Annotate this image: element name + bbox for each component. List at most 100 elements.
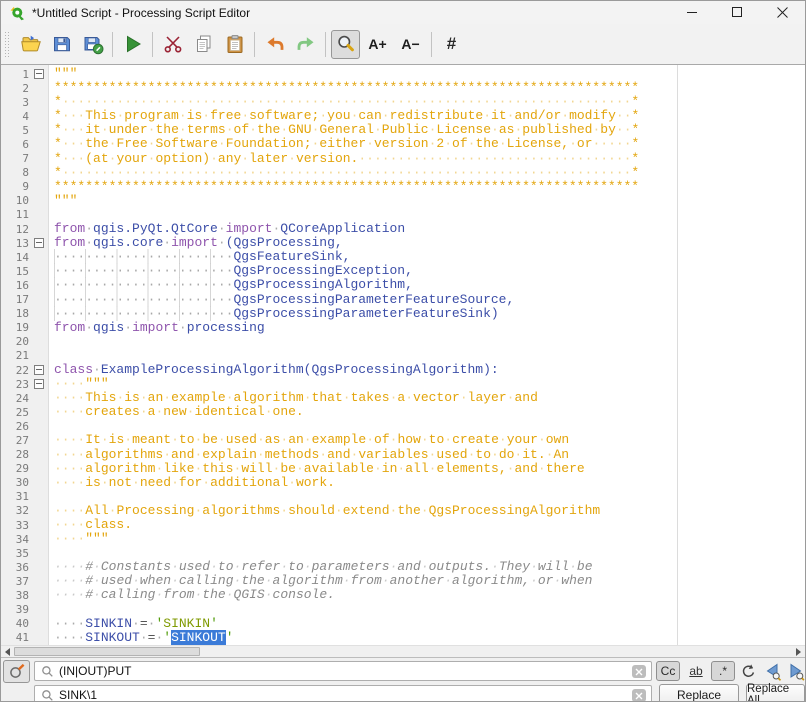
- decrease-font-button[interactable]: A−: [395, 30, 426, 59]
- undo-button[interactable]: [260, 30, 289, 59]
- gutter-line[interactable]: 3: [1, 95, 48, 109]
- whole-word-toggle[interactable]: ab: [684, 661, 708, 681]
- regex-toggle[interactable]: .*: [711, 661, 735, 681]
- open-script-button[interactable]: [16, 30, 45, 59]
- cut-button[interactable]: [158, 30, 187, 59]
- gutter-line[interactable]: 38: [1, 588, 48, 602]
- find-previous-icon[interactable]: [762, 661, 782, 681]
- gutter-line[interactable]: 32: [1, 504, 48, 518]
- gutter-line[interactable]: 28: [1, 448, 48, 462]
- search-input[interactable]: [59, 662, 627, 680]
- save-script-button[interactable]: [47, 30, 76, 59]
- replace-input[interactable]: [59, 686, 627, 702]
- gutter-line[interactable]: 18: [1, 307, 48, 321]
- find-next-icon[interactable]: [785, 661, 805, 681]
- line-number: 30: [1, 476, 34, 489]
- search-field: [34, 661, 652, 681]
- replace-field: [34, 685, 652, 702]
- gutter-line[interactable]: 8: [1, 166, 48, 180]
- gutter-line[interactable]: 33: [1, 518, 48, 532]
- line-number: 6: [1, 138, 34, 151]
- replace-button[interactable]: Replace: [659, 684, 739, 702]
- code-line: ····class.: [54, 518, 805, 532]
- save-script-as-button[interactable]: [78, 30, 107, 59]
- toolbar-grip[interactable]: [4, 31, 10, 57]
- gutter-line[interactable]: 37: [1, 574, 48, 588]
- wrap-around-icon[interactable]: [738, 661, 758, 681]
- gutter-line[interactable]: 22: [1, 363, 48, 377]
- gutter-line[interactable]: 35: [1, 546, 48, 560]
- gutter-line[interactable]: 4: [1, 109, 48, 123]
- line-number-gutter[interactable]: 1234567891011121314151617181920212223242…: [1, 65, 49, 645]
- gutter-line[interactable]: 39: [1, 603, 48, 617]
- gutter-line[interactable]: 31: [1, 490, 48, 504]
- gutter-line[interactable]: 27: [1, 433, 48, 447]
- toggle-comment-button[interactable]: #: [437, 30, 466, 59]
- clear-search-icon[interactable]: [632, 665, 646, 678]
- gutter-line[interactable]: 7: [1, 152, 48, 166]
- processing-script-editor-window: *Untitled Script - Processing Script Edi…: [0, 0, 806, 702]
- gutter-line[interactable]: 16: [1, 278, 48, 292]
- fold-marker-icon[interactable]: [34, 69, 44, 79]
- code-line: [54, 546, 805, 560]
- gutter-line[interactable]: 21: [1, 349, 48, 363]
- code-editor[interactable]: 1234567891011121314151617181920212223242…: [1, 65, 805, 657]
- gutter-line[interactable]: 12: [1, 222, 48, 236]
- code-line: [54, 208, 805, 222]
- gutter-line[interactable]: 40: [1, 617, 48, 631]
- gutter-line[interactable]: 2: [1, 81, 48, 95]
- line-number: 11: [1, 208, 34, 221]
- horizontal-scrollbar[interactable]: [1, 645, 805, 657]
- gutter-line[interactable]: 24: [1, 391, 48, 405]
- fold-marker-icon[interactable]: [34, 365, 44, 375]
- gutter-line[interactable]: 26: [1, 419, 48, 433]
- gutter-line[interactable]: 29: [1, 462, 48, 476]
- code-line: """: [54, 194, 805, 208]
- gutter-line[interactable]: 15: [1, 264, 48, 278]
- gutter-line[interactable]: 25: [1, 405, 48, 419]
- gutter-line[interactable]: 23: [1, 377, 48, 391]
- gutter-line[interactable]: 6: [1, 137, 48, 151]
- gutter-line[interactable]: 36: [1, 560, 48, 574]
- maximize-button[interactable]: [715, 1, 760, 24]
- close-button[interactable]: [760, 1, 805, 24]
- fold-marker-icon[interactable]: [34, 238, 44, 248]
- gutter-line[interactable]: 5: [1, 123, 48, 137]
- gutter-line[interactable]: 17: [1, 293, 48, 307]
- gutter-line[interactable]: 9: [1, 180, 48, 194]
- fold-marker-icon[interactable]: [34, 379, 44, 389]
- paste-button[interactable]: [220, 30, 249, 59]
- find-replace-button[interactable]: [331, 30, 360, 59]
- gutter-line[interactable]: 10: [1, 194, 48, 208]
- clear-replace-icon[interactable]: [632, 689, 646, 702]
- gutter-line[interactable]: 1: [1, 67, 48, 81]
- gutter-line[interactable]: 30: [1, 476, 48, 490]
- gutter-line[interactable]: 34: [1, 532, 48, 546]
- copy-button[interactable]: [189, 30, 218, 59]
- line-number: 18: [1, 307, 34, 320]
- replace-all-button[interactable]: Replace All: [746, 684, 805, 702]
- scrollbar-thumb[interactable]: [14, 647, 200, 656]
- increase-font-button[interactable]: A+: [362, 30, 393, 59]
- scroll-left-arrow[interactable]: [1, 646, 13, 657]
- toolbar-separator: [254, 32, 255, 57]
- gutter-line[interactable]: 41: [1, 631, 48, 645]
- titlebar[interactable]: *Untitled Script - Processing Script Edi…: [1, 1, 805, 24]
- line-number: 22: [1, 364, 34, 377]
- minimize-button[interactable]: [670, 1, 715, 24]
- redo-button[interactable]: [291, 30, 320, 59]
- find-toggle-button[interactable]: [3, 660, 30, 683]
- gutter-line[interactable]: 19: [1, 321, 48, 335]
- line-number: 32: [1, 504, 34, 517]
- run-script-button[interactable]: [118, 30, 147, 59]
- gutter-line[interactable]: 20: [1, 335, 48, 349]
- code-line: [54, 490, 805, 504]
- case-sensitive-toggle[interactable]: Cc: [656, 661, 680, 681]
- code-text-area[interactable]: """*************************************…: [49, 65, 805, 645]
- gutter-line[interactable]: 14: [1, 250, 48, 264]
- gutter-line[interactable]: 13: [1, 236, 48, 250]
- toolbar-separator: [431, 32, 432, 57]
- line-number: 26: [1, 420, 34, 433]
- gutter-line[interactable]: 11: [1, 208, 48, 222]
- scroll-right-arrow[interactable]: [793, 646, 805, 657]
